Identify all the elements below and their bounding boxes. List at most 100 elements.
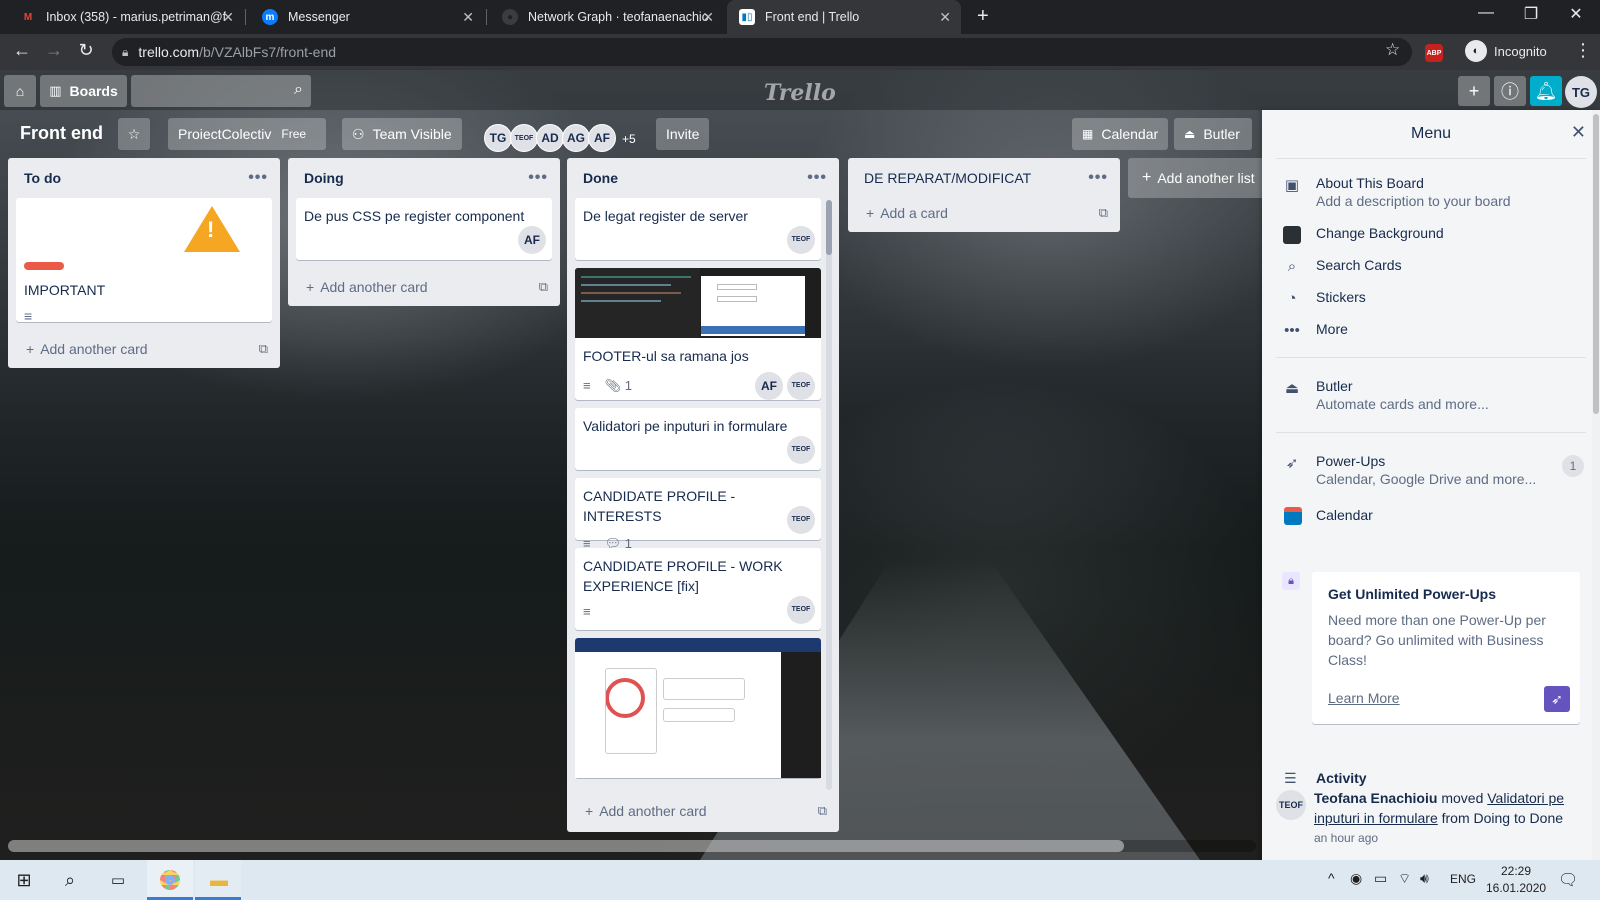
card-member-avatar[interactable]: TEOF — [787, 596, 815, 624]
add-card-button[interactable]: + Add another card ⧉ — [567, 792, 839, 830]
list-menu-icon[interactable]: ••• — [248, 169, 268, 187]
home-button[interactable]: ⌂ — [4, 75, 36, 107]
volume-icon[interactable]: 🔊︎ — [1420, 870, 1429, 887]
card[interactable]: CANDIDATE PROFILE - WORK EXPERIENCE [fix… — [575, 548, 821, 630]
search-input[interactable]: ⌕ — [131, 75, 311, 107]
info-button[interactable]: ⓘ — [1494, 76, 1526, 106]
list-menu-icon[interactable]: ••• — [528, 169, 548, 187]
butler-button[interactable]: ⏏ Butler — [1174, 118, 1252, 150]
list-header[interactable]: DE REPARAT/MODIFICAT ••• — [848, 158, 1120, 198]
wifi-icon[interactable]: ⌔ — [1398, 870, 1411, 888]
create-button[interactable]: + — [1458, 76, 1490, 106]
boards-button[interactable]: ▥ Boards — [40, 75, 127, 107]
menu-item-butler[interactable]: ⏏ Butler Automate cards and more... — [1262, 372, 1600, 418]
menu-item-power-ups[interactable]: ➶ Power-Ups Calendar, Google Drive and m… — [1262, 447, 1600, 493]
notifications-button[interactable]: 🔔︎ — [1530, 76, 1562, 106]
menu-scrollbar[interactable] — [1592, 110, 1600, 860]
clock[interactable]: 22:29 16.01.2020 — [1486, 863, 1546, 897]
card[interactable]: CANDIDATE PROFILE - INTERESTS ≡ 💬︎ 1 TEO… — [575, 478, 821, 551]
close-icon[interactable]: ✕ — [702, 9, 714, 26]
add-card-button[interactable]: + Add another card ⧉ — [8, 330, 280, 368]
window-close-button[interactable]: ✕ — [1553, 4, 1599, 24]
member-avatar[interactable]: TEOF — [510, 124, 538, 152]
forward-button[interactable]: → — [42, 40, 66, 61]
task-view-icon[interactable]: ▭ — [106, 868, 130, 892]
address-bar[interactable]: 🔒︎ trello.com /b/VZAlbFs7/front-end — [112, 38, 1412, 66]
card-template-icon[interactable]: ⧉ — [818, 803, 827, 819]
add-card-button[interactable]: + Add another card ⧉ — [288, 268, 560, 306]
card-template-icon[interactable]: ⧉ — [259, 341, 268, 357]
battery-icon[interactable]: ▭ — [1374, 870, 1387, 887]
list-title[interactable]: To do — [24, 170, 61, 186]
calendar-button[interactable]: ▦ Calendar — [1072, 118, 1168, 150]
card-template-icon[interactable]: ⧉ — [1099, 205, 1108, 221]
card-member-avatar[interactable]: TEOF — [787, 506, 815, 534]
trello-logo[interactable]: Trello — [764, 80, 836, 106]
chevron-up-icon[interactable]: ^ — [1328, 870, 1335, 886]
back-button[interactable]: ← — [10, 40, 34, 61]
member-avatar[interactable]: TG — [484, 124, 512, 152]
add-list-button[interactable]: + Add another list — [1128, 158, 1268, 198]
tab-gmail[interactable]: M Inbox (358) - marius.petriman@f ✕ — [8, 0, 244, 34]
list-title[interactable]: DE REPARAT/MODIFICAT — [864, 170, 1031, 186]
card[interactable]: ! IMPORTANT ≡ — [16, 198, 272, 324]
board-horizontal-scrollbar[interactable] — [8, 840, 1124, 852]
adblock-extension-icon[interactable]: ABP — [1425, 44, 1443, 62]
list-scrollbar[interactable] — [826, 200, 832, 790]
card[interactable]: De legat register de server TEOF — [575, 198, 821, 260]
invite-button[interactable]: Invite — [656, 118, 710, 150]
menu-item-calendar-powerup[interactable]: Calendar — [1262, 501, 1600, 529]
team-button[interactable]: ProiectColectiv Free — [168, 118, 326, 150]
more-members-count[interactable]: +5 — [622, 132, 636, 146]
list-menu-icon[interactable]: ••• — [807, 169, 827, 187]
card-member-avatar[interactable]: TEOF — [787, 436, 815, 464]
board-title[interactable]: Front end — [20, 123, 103, 144]
restore-button[interactable]: ❐ — [1508, 4, 1554, 24]
list-header[interactable]: Done ••• — [567, 158, 839, 198]
menu-item-change-background[interactable]: Change Background — [1262, 219, 1600, 247]
record-icon[interactable]: ◉ — [1350, 870, 1362, 887]
language-indicator[interactable]: ENG — [1450, 872, 1476, 886]
member-avatar[interactable]: AF — [588, 124, 616, 152]
avatar[interactable]: TG — [1565, 76, 1597, 108]
search-icon[interactable]: ⌕ — [58, 868, 82, 892]
windows-start-icon[interactable]: ⊞ — [12, 868, 36, 892]
list-title[interactable]: Doing — [304, 170, 344, 186]
card[interactable]: De pus CSS pe register component AF — [296, 198, 552, 260]
tab-github[interactable]: ● Network Graph · teofanaenachiou ✕ — [490, 0, 724, 34]
visibility-button[interactable]: ⚇ Team Visible — [342, 118, 462, 150]
card[interactable]: Validatori pe inputuri in formulare TEOF — [575, 408, 821, 470]
star-board-button[interactable]: ☆ — [118, 118, 150, 150]
list-header[interactable]: To do ••• — [8, 158, 280, 198]
close-icon[interactable]: ✕ — [462, 9, 474, 26]
incognito-indicator[interactable]: ◐ Incognito — [1465, 40, 1547, 62]
menu-item-more[interactable]: ••• More — [1262, 315, 1600, 343]
card-member-avatar[interactable]: AF — [518, 226, 546, 254]
close-icon[interactable]: ✕ — [222, 9, 234, 26]
notification-center-icon[interactable]: 🗨︎ — [1558, 870, 1578, 890]
card-template-icon[interactable]: ⧉ — [539, 279, 548, 295]
member-avatar[interactable]: AD — [536, 124, 564, 152]
minimize-button[interactable]: — — [1463, 4, 1509, 22]
card-member-avatar[interactable]: TEOF — [787, 226, 815, 254]
card-label-red[interactable] — [24, 262, 64, 270]
browser-menu-icon[interactable]: ⋮ — [1574, 40, 1592, 61]
card[interactable] — [575, 638, 821, 778]
close-icon[interactable]: ✕ — [1571, 122, 1586, 143]
bookmark-star-icon[interactable]: ☆ — [1385, 40, 1400, 60]
list-title[interactable]: Done — [583, 170, 618, 186]
activity-user[interactable]: Teofana Enachioiu — [1314, 790, 1437, 806]
tab-messenger[interactable]: m Messenger ✕ — [250, 0, 484, 34]
card-member-avatar[interactable]: TEOF — [787, 372, 815, 400]
member-avatar[interactable]: AG — [562, 124, 590, 152]
close-icon[interactable]: ✕ — [939, 9, 951, 26]
activity-avatar[interactable]: TEOF — [1276, 790, 1306, 820]
card-member-avatar[interactable]: AF — [755, 372, 783, 400]
learn-more-link[interactable]: Learn More — [1328, 690, 1400, 706]
list-menu-icon[interactable]: ••• — [1088, 169, 1108, 187]
add-card-button[interactable]: + Add a card ⧉ — [848, 194, 1120, 232]
card[interactable]: FOOTER-ul sa ramana jos ≡ 📎︎ 1 AF TEOF — [575, 268, 821, 400]
new-tab-button[interactable]: + — [977, 5, 989, 28]
tab-trello[interactable]: ▮▯ Front end | Trello ✕ — [727, 0, 961, 34]
menu-item-stickers[interactable]: ◔ Stickers — [1262, 283, 1600, 311]
